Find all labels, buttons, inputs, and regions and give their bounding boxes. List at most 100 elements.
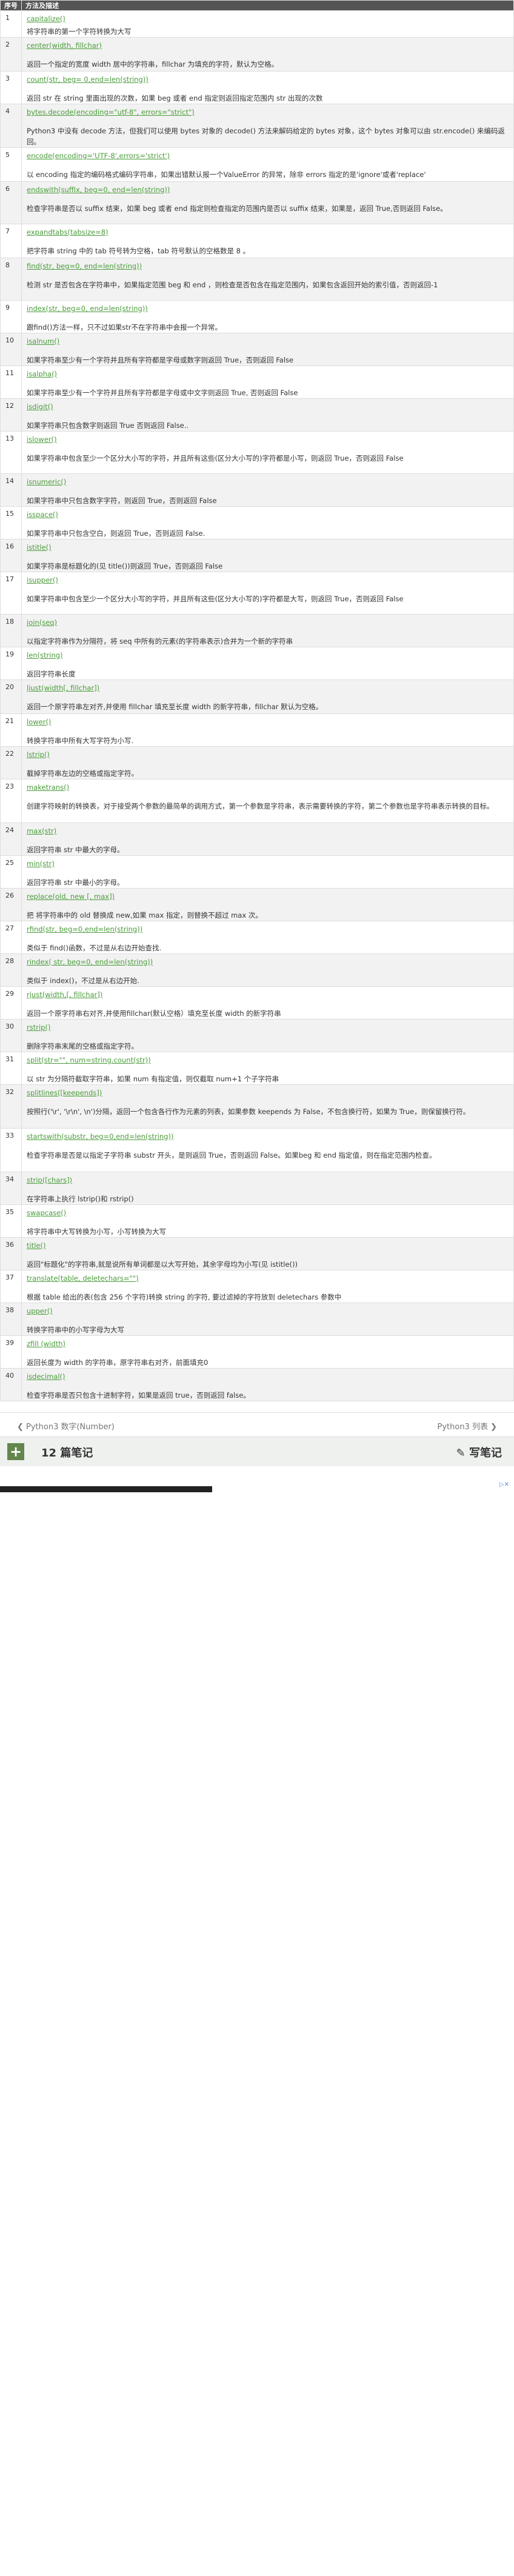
row-number: 31 (0, 1052, 22, 1085)
method-description: 检测 str 是否包含在字符串中，如果指定范围 beg 和 end ，则检查是否… (27, 281, 438, 289)
row-number: 28 (0, 953, 22, 987)
row-number: 25 (0, 855, 22, 889)
method-link[interactable]: ljust(width[, fillchar]) (27, 683, 509, 693)
method-link[interactable]: isalpha() (27, 369, 509, 379)
method-link[interactable]: expandtabs(tabsize=8) (27, 227, 509, 237)
row-number: 16 (0, 539, 22, 572)
row-description-cell: strip([chars]) 在字符串上执行 lstrip()和 rstrip() (21, 1172, 514, 1205)
method-link[interactable]: istitle() (27, 542, 509, 552)
row-description-cell: title() 返回"标题化"的字符串,就是说所有单词都是以大写开始，其余字母均为… (21, 1237, 514, 1270)
method-link[interactable]: join(seq) (27, 618, 509, 627)
method-link[interactable]: center(width, fillchar) (27, 41, 509, 50)
method-description: 以 str 为分隔符截取字符串，如果 num 有指定值，则仅截取 num+1 个… (27, 1075, 279, 1083)
method-link[interactable]: min(str) (27, 859, 509, 869)
row-description-cell: rjust(width,[, fillchar]) 返回一个原字符串右对齐,并使用… (21, 986, 514, 1019)
table-row: 26 replace(old, new [, max]) 把 将字符串中的 old … (0, 888, 514, 921)
method-description: 返回 str 在 string 里面出现的次数，如果 beg 或者 end 指定… (27, 94, 323, 102)
table-row: 11 isalpha() 如果字符串至少有一个字符并且所有字符都是字母或中文字则返回… (0, 365, 514, 399)
method-link[interactable]: title() (27, 1241, 509, 1250)
row-description-cell: rstrip() 删除字符串末尾的空格或指定字符。 (21, 1019, 514, 1052)
method-link[interactable]: isnumeric() (27, 477, 509, 487)
row-number: 10 (0, 333, 22, 366)
method-link[interactable]: encode(encoding='UTF-8',errors='strict') (27, 151, 509, 161)
method-description: 如果字符串中只包含空白，则返回 True，否则返回 False. (27, 529, 205, 538)
method-description: 返回字符串 str 中最小的字母。 (27, 878, 124, 887)
method-link[interactable]: isalnum() (27, 336, 509, 346)
method-link[interactable]: find(str, beg=0, end=len(string)) (27, 261, 509, 271)
row-number: 6 (0, 181, 22, 224)
method-link[interactable]: strip([chars]) (27, 1175, 509, 1185)
method-link[interactable]: maketrans() (27, 782, 509, 792)
method-link[interactable]: swapcase() (27, 1208, 509, 1218)
method-description: 创建字符映射的转换表，对于接受两个参数的最简单的调用方式，第一个参数是字符串，表… (27, 802, 494, 810)
method-link[interactable]: len(string) (27, 650, 509, 660)
row-description-cell: encode(encoding='UTF-8',errors='strict')… (21, 147, 514, 182)
row-description-cell: splitlines([keepends]) 按照行('\r', '\r\n', … (21, 1084, 514, 1129)
method-description: 转换字符串中的小写字母为大写 (27, 1326, 124, 1334)
row-number: 12 (0, 398, 22, 432)
method-description: 返回长度为 width 的字符串，原字符串右对齐，前面填充0 (27, 1358, 209, 1367)
row-description-cell: isdecimal() 检查字符串是否只包含十进制字符，如果是返回 true，否则… (21, 1368, 514, 1401)
method-description: 转换字符串中所有大写字符为小写. (27, 736, 134, 745)
method-link[interactable]: bytes.decode(encoding="utf-8", errors="s… (27, 107, 509, 117)
row-description-cell: replace(old, new [, max]) 把 将字符串中的 old 替换… (21, 888, 514, 921)
row-number: 38 (0, 1303, 22, 1336)
row-description-cell: ljust(width[, fillchar]) 返回一个原字符串左对齐,并使用 … (21, 679, 514, 714)
method-link[interactable]: replace(old, new [, max]) (27, 892, 509, 901)
method-link[interactable]: max(str) (27, 826, 509, 836)
method-description: 如果字符串只包含数字则返回 True 否则返回 False.. (27, 421, 189, 430)
method-link[interactable]: isdigit() (27, 402, 509, 412)
method-link[interactable]: count(str, beg= 0,end=len(string)) (27, 75, 509, 84)
method-link[interactable]: translate(table, deletechars="") (27, 1273, 509, 1283)
row-number: 21 (0, 713, 22, 747)
table-row: 23 maketrans() 创建字符映射的转换表，对于接受两个参数的最简单的调用方… (0, 779, 514, 823)
method-description: 以 encoding 指定的编码格式编码字符串，如果出错默认报一个ValueEr… (27, 170, 426, 179)
method-link[interactable]: isdecimal() (27, 1372, 509, 1381)
row-description-cell: lower() 转换字符串中所有大写字符为小写. (21, 713, 514, 747)
row-number: 26 (0, 888, 22, 921)
table-row: 3 count(str, beg= 0,end=len(string)) 返回 st… (0, 71, 514, 104)
expand-notes-button[interactable]: + (7, 1443, 24, 1460)
table-row: 35 swapcase() 将字符串中大写转换为小写，小写转换为大写 (0, 1204, 514, 1238)
ad-choices-icon[interactable]: ▷✕ (499, 1481, 509, 1488)
row-number: 37 (0, 1270, 22, 1303)
prev-link[interactable]: ❮ Python3 数字(Number) (17, 1420, 115, 1432)
method-link[interactable]: isspace() (27, 510, 509, 519)
row-description-cell: translate(table, deletechars="") 根据 table… (21, 1270, 514, 1303)
row-description-cell: startswith(substr, beg=0,end=len(string)… (21, 1128, 514, 1172)
table-row: 33 startswith(substr, beg=0,end=len(strin… (0, 1128, 514, 1172)
method-description: 截掉字符串左边的空格或指定字符。 (27, 769, 138, 778)
method-link[interactable]: isupper() (27, 575, 509, 585)
table-row: 5 encode(encoding='UTF-8',errors='strict'… (0, 147, 514, 182)
row-description-cell: expandtabs(tabsize=8) 把字符串 string 中的 tab … (21, 224, 514, 258)
row-number: 2 (0, 37, 22, 72)
method-link[interactable]: zfill (width) (27, 1339, 509, 1349)
row-description-cell: isalnum() 如果字符串至少有一个字符并且所有字符都是字母或数字则返回 Tr… (21, 333, 514, 366)
method-link[interactable]: lstrip() (27, 750, 509, 759)
method-link[interactable]: rjust(width,[, fillchar]) (27, 990, 509, 999)
row-number: 27 (0, 921, 22, 954)
table-row: 30 rstrip() 删除字符串末尾的空格或指定字符。 (0, 1019, 514, 1052)
method-link[interactable]: rstrip() (27, 1023, 509, 1032)
table-row: 19 len(string) 返回字符串长度 (0, 647, 514, 680)
method-link[interactable]: islower() (27, 435, 509, 444)
method-description: 将字符串中大写转换为小写，小写转换为大写 (27, 1227, 166, 1236)
method-description: 根据 table 给出的表(包含 256 个字符)转换 string 的字符, … (27, 1293, 342, 1301)
write-note-button[interactable]: ✎ 写笔记 (456, 1444, 502, 1460)
method-description: 返回字符串 str 中最大的字母。 (27, 846, 124, 854)
method-link[interactable]: rfind(str, beg=0,end=len(string)) (27, 924, 509, 934)
method-link[interactable]: lower() (27, 717, 509, 727)
next-link[interactable]: Python3 列表 ❯ (438, 1420, 498, 1432)
method-link[interactable]: split(str="", num=string.count(str)) (27, 1055, 509, 1065)
method-link[interactable]: capitalize() (27, 14, 509, 24)
method-link[interactable]: rindex( str, beg=0, end=len(string)) (27, 957, 509, 967)
table-row: 7 expandtabs(tabsize=8) 把字符串 string 中的 tab… (0, 224, 514, 258)
method-link[interactable]: startswith(substr, beg=0,end=len(string)… (27, 1132, 509, 1141)
method-link[interactable]: splitlines([keepends]) (27, 1088, 509, 1098)
method-link[interactable]: endswith(suffix, beg=0, end=len(string)) (27, 185, 509, 195)
method-link[interactable]: index(str, beg=0, end=len(string)) (27, 304, 509, 313)
row-number: 5 (0, 147, 22, 182)
row-description-cell: endswith(suffix, beg=0, end=len(string))… (21, 181, 514, 224)
row-description-cell: upper() 转换字符串中的小写字母为大写 (21, 1303, 514, 1336)
method-link[interactable]: upper() (27, 1306, 509, 1316)
